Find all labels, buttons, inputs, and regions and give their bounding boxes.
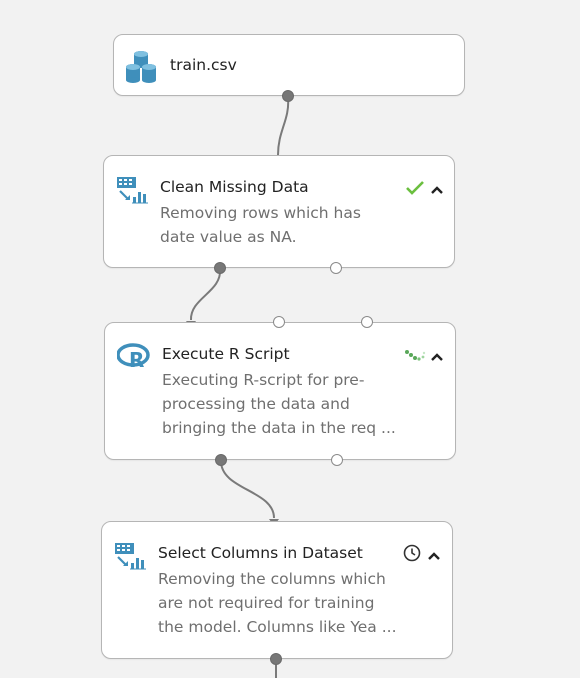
success-check-icon bbox=[405, 180, 425, 200]
description-line: processing the data and bbox=[162, 395, 350, 413]
data-transform-icon bbox=[116, 176, 150, 208]
output-port[interactable] bbox=[331, 454, 343, 466]
collapse-chevron-icon[interactable] bbox=[427, 547, 441, 561]
output-port[interactable] bbox=[215, 454, 227, 466]
module-title: Clean Missing Data bbox=[160, 178, 309, 196]
module-description: Executing R-script for pre- processing t… bbox=[162, 368, 396, 440]
output-port[interactable] bbox=[270, 653, 282, 665]
module-execute-r-script[interactable]: R Execute R Script Executing R-script fo… bbox=[104, 322, 456, 460]
input-port[interactable] bbox=[273, 316, 285, 328]
module-clean-missing-data[interactable]: Clean Missing Data Removing rows which h… bbox=[103, 155, 455, 268]
description-line: Executing R-script for pre- bbox=[162, 371, 365, 389]
running-spinner-icon bbox=[404, 348, 426, 367]
output-port[interactable] bbox=[282, 90, 294, 102]
experiment-canvas[interactable]: train.csv Clean Missing Data Removing ro… bbox=[0, 0, 580, 678]
description-line: date value as NA. bbox=[160, 228, 297, 246]
r-language-icon: R bbox=[116, 343, 151, 373]
description-line: are not required for training bbox=[158, 594, 375, 612]
module-select-columns[interactable]: Select Columns in Dataset Removing the c… bbox=[101, 521, 453, 659]
description-line: Removing the columns which bbox=[158, 570, 386, 588]
connector-clean-to-rscript[interactable] bbox=[189, 268, 222, 321]
input-port[interactable] bbox=[361, 316, 373, 328]
output-port[interactable] bbox=[330, 262, 342, 274]
module-title: Execute R Script bbox=[162, 345, 290, 363]
collapse-chevron-icon[interactable] bbox=[430, 181, 444, 195]
connector-train-to-clean[interactable] bbox=[277, 96, 290, 156]
queued-clock-icon bbox=[403, 544, 421, 566]
module-description: Removing rows which has date value as NA… bbox=[160, 201, 361, 249]
module-title: train.csv bbox=[170, 56, 237, 74]
module-train-csv[interactable]: train.csv bbox=[113, 34, 465, 96]
module-description: Removing the columns which are not requi… bbox=[158, 567, 397, 639]
description-line: Removing rows which has bbox=[160, 204, 361, 222]
svg-text:R: R bbox=[129, 348, 144, 369]
module-title: Select Columns in Dataset bbox=[158, 544, 363, 562]
connector-rscript-to-select[interactable] bbox=[220, 460, 275, 519]
description-line: bringing the data in the req ... bbox=[162, 419, 396, 437]
dataset-icon bbox=[124, 49, 158, 89]
data-transform-icon bbox=[114, 542, 148, 574]
description-line: the model. Columns like Yea ... bbox=[158, 618, 397, 636]
collapse-chevron-icon[interactable] bbox=[430, 348, 444, 362]
output-port[interactable] bbox=[214, 262, 226, 274]
